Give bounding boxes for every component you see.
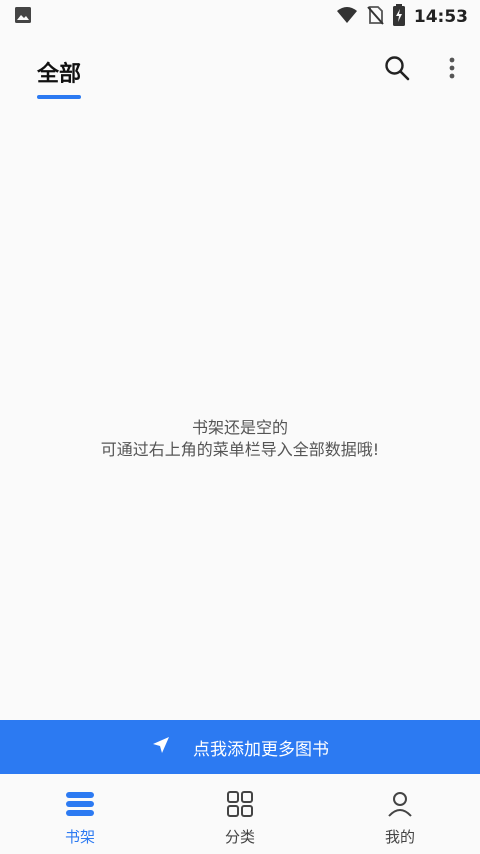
tab-indicator — [37, 95, 81, 99]
status-icons: 14:53 — [336, 4, 468, 30]
status-bar: 14:53 — [0, 0, 480, 34]
nav-category-label: 分类 — [224, 828, 255, 846]
nav-bookshelf[interactable]: 书架 — [0, 774, 160, 854]
search-icon — [384, 55, 410, 85]
search-button[interactable] — [381, 54, 413, 86]
send-arrow-icon — [151, 735, 171, 760]
bottom-navigation: 书架 分类 我的 — [0, 774, 480, 854]
wifi-icon — [336, 6, 358, 28]
profile-icon — [386, 790, 414, 822]
empty-bookshelf-message: 书架还是空的 可通过右上角的菜单栏导入全部数据哦! — [0, 417, 480, 461]
nav-profile[interactable]: 我的 — [320, 774, 480, 854]
add-more-books-label: 点我添加更多图书 — [193, 739, 329, 760]
image-icon — [14, 6, 32, 28]
nav-category[interactable]: 分类 — [160, 774, 320, 854]
bookshelf-icon — [64, 790, 96, 822]
nav-bookshelf-label: 书架 — [64, 828, 95, 846]
clock-time: 14:53 — [413, 7, 468, 27]
nav-profile-label: 我的 — [384, 828, 415, 846]
no-sim-icon — [366, 5, 384, 29]
app-header: 全部 — [0, 34, 480, 100]
more-options-button[interactable] — [440, 54, 464, 86]
tab-all[interactable]: 全部 — [37, 56, 81, 88]
grid-icon — [226, 790, 254, 822]
add-more-books-button[interactable]: 点我添加更多图书 — [0, 720, 480, 774]
empty-hint: 可通过右上角的菜单栏导入全部数据哦! — [100, 440, 380, 459]
empty-title: 书架还是空的 — [191, 418, 288, 437]
more-vert-icon — [449, 56, 455, 84]
battery-charging-icon — [392, 4, 406, 30]
